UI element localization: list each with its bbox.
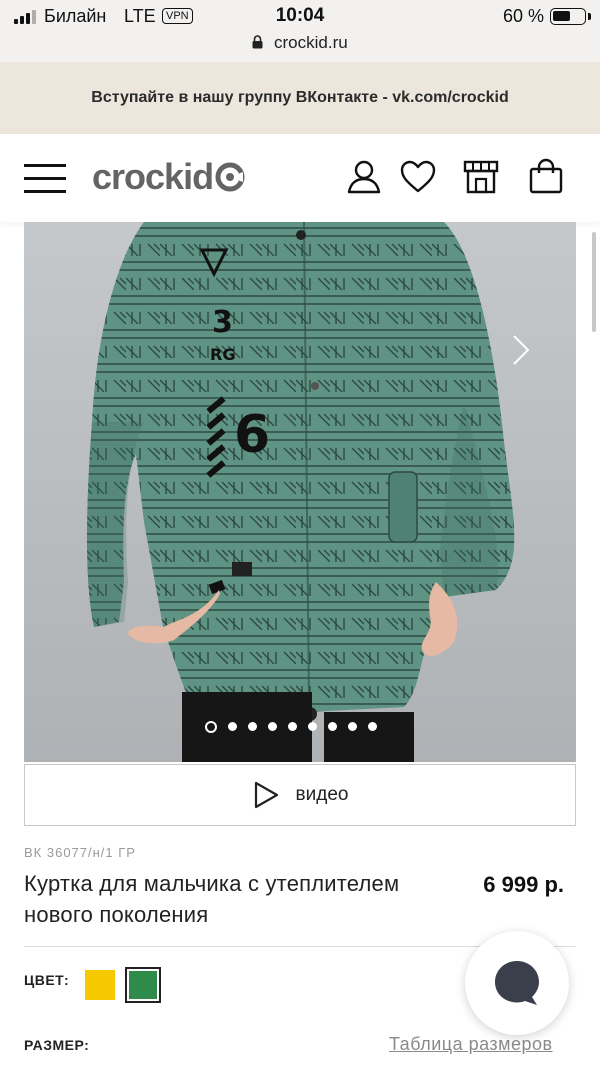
gallery-dot[interactable] (368, 722, 377, 731)
gallery-dot[interactable] (328, 722, 337, 731)
gallery-dot[interactable] (205, 721, 217, 733)
site-logo[interactable]: crockid (92, 156, 245, 198)
gallery-dot[interactable] (248, 722, 257, 731)
promo-banner[interactable]: Вступайте в нашу группу ВКонтакте - vk.c… (0, 62, 600, 134)
logo-text: crockid (92, 156, 214, 197)
store-icon[interactable] (462, 158, 500, 196)
gallery-dot[interactable] (308, 722, 317, 731)
url-text: crockid.ru (274, 33, 348, 52)
site-header: crockid (0, 134, 600, 222)
user-icon[interactable] (345, 158, 383, 196)
print-rg: RG (210, 345, 235, 364)
product-price: 6 999 р. (483, 872, 564, 897)
battery-tip (588, 13, 591, 20)
gallery-pagination (24, 721, 576, 733)
status-bar: Билайн LTE VPN 10:04 60 % (0, 0, 600, 34)
gallery-dot[interactable] (228, 722, 237, 731)
menu-icon[interactable] (24, 164, 66, 194)
logo-mark-icon (215, 162, 245, 192)
size-table-link[interactable]: Таблица размеров (389, 1034, 553, 1055)
gallery-dot[interactable] (288, 722, 297, 731)
color-label: ЦВЕТ: (24, 972, 70, 988)
battery-percent: 60 % (502, 6, 544, 26)
chat-bubble-icon (495, 961, 539, 1005)
color-swatch-yellow[interactable] (85, 970, 115, 1000)
battery-icon (550, 8, 586, 25)
gallery-dot[interactable] (348, 722, 357, 731)
chat-button[interactable] (465, 931, 569, 1035)
video-button[interactable]: видео (24, 764, 576, 826)
product-photo: 3 RG 6 (24, 222, 576, 762)
video-label: видео (295, 784, 349, 805)
promo-text: Вступайте в нашу группу ВКонтакте - vk.c… (91, 89, 509, 106)
product-title: Куртка для мальчика с утеплителем нового… (24, 871, 400, 927)
address-bar[interactable]: crockid.ru (0, 34, 600, 62)
print-six: 6 (234, 405, 270, 465)
page-scrollbar[interactable] (592, 232, 596, 332)
color-swatch-green (129, 971, 157, 999)
shopping-bag-icon[interactable] (527, 158, 565, 196)
print-three: 3 (212, 305, 233, 340)
product-sku: ВК 36077/н/1 ГР (24, 845, 136, 860)
play-icon (254, 781, 278, 809)
gallery-dot[interactable] (268, 722, 277, 731)
lock-icon (252, 35, 263, 49)
next-slide-arrow-icon[interactable] (506, 330, 536, 370)
color-swatch-green-selected[interactable] (125, 967, 161, 1003)
size-label: РАЗМЕР: (24, 1037, 90, 1053)
product-image-gallery[interactable]: 3 RG 6 (24, 222, 576, 762)
heart-icon[interactable] (399, 158, 437, 196)
